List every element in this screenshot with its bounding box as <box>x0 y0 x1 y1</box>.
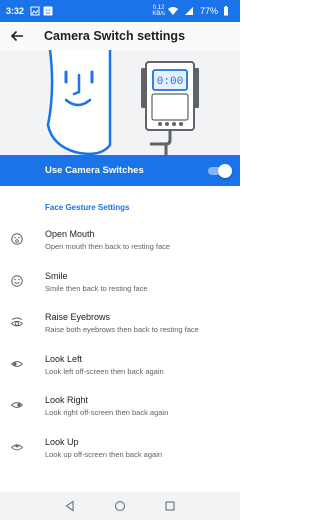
gesture-item-look-up[interactable]: Look Up Look up off-screen then back aga… <box>0 430 240 472</box>
gesture-title: Smile <box>45 270 68 281</box>
use-camera-switches-label: Use Camera Switches <box>45 165 144 176</box>
open-mouth-face-icon <box>11 233 23 245</box>
gesture-title: Open Mouth <box>45 229 95 239</box>
gesture-description: Look left off-screen then back again <box>45 366 164 376</box>
gesture-description: Look up off-screen then back again <box>45 449 163 459</box>
battery-percent: 77% <box>199 6 218 16</box>
gesture-title: Raise Eyebrows <box>45 312 111 322</box>
gesture-item-open-mouth[interactable]: Open Mouth Open mouth then back to resti… <box>0 222 240 264</box>
use-camera-switches-toggle[interactable] <box>208 163 232 178</box>
smile-face-icon <box>11 274 23 287</box>
clock-text: 0:00 <box>157 76 183 88</box>
gesture-description: Raise both eyebrows then back to resting… <box>45 325 199 334</box>
illustration: 0:00 <box>0 50 240 155</box>
section-header: Face Gesture Settings <box>45 203 130 212</box>
status-bar: 3:32 0.12 KB/s 77% <box>0 0 240 22</box>
face-notification-icon <box>43 6 53 16</box>
gesture-description: Open mouth then back to resting face <box>45 242 171 251</box>
signal-icon <box>184 7 193 15</box>
eye-look-left-icon <box>11 360 23 367</box>
raised-eyebrow-eye-icon <box>11 317 23 327</box>
face-and-phone-illustration: 0:00 <box>46 50 199 155</box>
use-camera-switches-row[interactable]: Use Camera Switches <box>0 155 240 186</box>
gesture-title: Look Up <box>45 436 79 447</box>
system-nav-bar <box>0 492 240 520</box>
gesture-list: Open Mouth Open mouth then back to resti… <box>0 222 240 471</box>
toggle-thumb <box>218 163 232 178</box>
nav-home-icon[interactable] <box>114 500 126 512</box>
gesture-item-raise-eyebrows[interactable]: Raise Eyebrows Raise both eyebrows then … <box>0 305 240 347</box>
gesture-title: Look Right <box>45 395 89 405</box>
nav-back-icon[interactable] <box>64 500 76 512</box>
gallery-icon <box>30 6 40 16</box>
gesture-title: Look Left <box>45 353 83 364</box>
eye-look-right-icon <box>11 402 23 408</box>
nav-recents-icon[interactable] <box>164 500 176 512</box>
wifi-icon <box>167 7 178 15</box>
gesture-item-smile[interactable]: Smile Smile then back to resting face <box>0 264 240 306</box>
eye-look-up-icon <box>11 443 23 450</box>
app-bar: Camera Switch settings <box>0 22 240 50</box>
network-speed: 0.12 KB/s <box>152 5 165 17</box>
gesture-item-look-right[interactable]: Look Right Look right off-screen then ba… <box>0 388 240 430</box>
gesture-description: Smile then back to resting face <box>45 283 148 293</box>
back-arrow-icon[interactable] <box>10 29 24 43</box>
page-title: Camera Switch settings <box>44 29 186 43</box>
network-speed-text: 0.12 KB/s <box>152 5 165 17</box>
gesture-description: Look right off-screen then back again <box>45 408 169 417</box>
battery-icon <box>224 6 228 16</box>
status-time: 3:32 <box>6 6 25 16</box>
gesture-item-look-left[interactable]: Look Left Look left off-screen then back… <box>0 347 240 389</box>
